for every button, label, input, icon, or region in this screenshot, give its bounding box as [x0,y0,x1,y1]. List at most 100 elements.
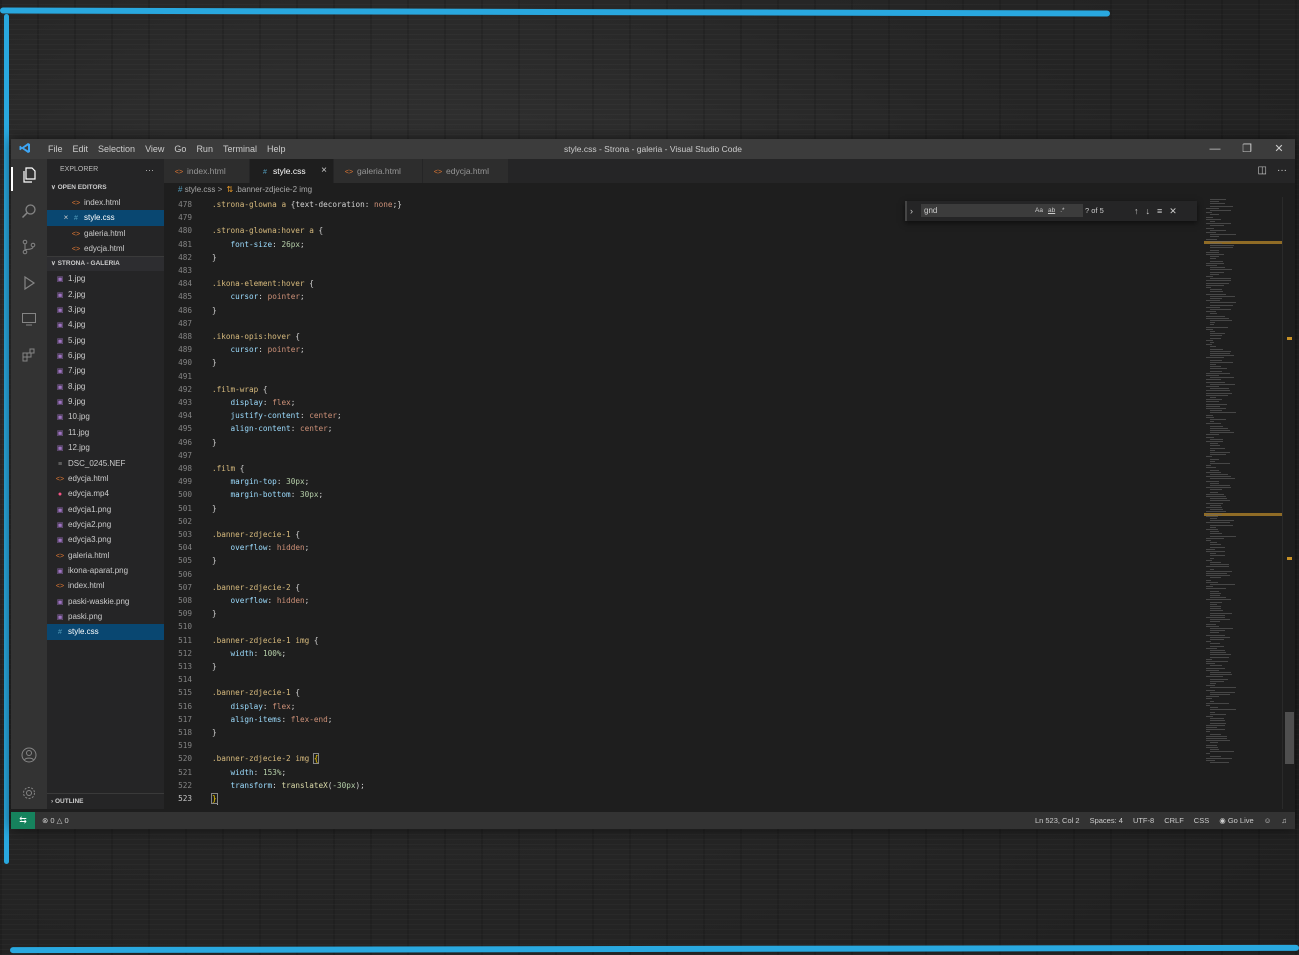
code-line[interactable]: 480 .strona-glowna:hover a { [164,224,1204,237]
code-line[interactable]: 499 margin-top: 30px; [164,475,1204,488]
tab-edycja-html[interactable]: <> edycja.html [423,159,509,183]
file-item[interactable]: <> galeria.html [47,548,164,563]
menu-terminal[interactable]: Terminal [218,144,262,154]
code-line[interactable]: 503 .banner-zdjecie-1 { [164,528,1204,541]
restore-icon[interactable]: ❐ [1231,139,1263,159]
code-line[interactable]: 513} [164,660,1204,673]
feedback-icon[interactable]: ☺ [1264,812,1272,829]
indentation[interactable]: Spaces: 4 [1090,812,1123,829]
code-line[interactable]: 523} [164,792,1204,805]
breadcrumb-file[interactable]: style.css [185,185,216,194]
file-item[interactable]: # style.css [47,624,164,640]
code-line[interactable]: 505} [164,554,1204,567]
more-actions-icon[interactable]: ··· [1277,159,1287,183]
tab-galeria-html[interactable]: <> galeria.html [334,159,423,183]
file-item[interactable]: ▣ 4.jpg [47,317,164,332]
cursor-position[interactable]: Ln 523, Col 2 [1035,812,1080,829]
file-item[interactable]: ▣ paski.png [47,609,164,624]
settings-gear-icon[interactable] [19,785,39,805]
menu-selection[interactable]: Selection [93,144,140,154]
find-in-selection-icon[interactable]: ≡ [1157,201,1162,221]
open-editor-item[interactable]: <> edycja.html [47,241,164,256]
code-line[interactable]: 497 [164,449,1204,462]
code-line[interactable]: 515 .banner-zdjecie-1 { [164,686,1204,699]
file-item[interactable]: ▣ 5.jpg [47,333,164,348]
file-item[interactable]: <> index.html [47,578,164,593]
match-case-toggle[interactable]: Aa [1035,204,1043,217]
open-editor-item[interactable]: <> index.html [47,195,164,210]
whole-word-toggle[interactable]: ab [1048,204,1055,217]
encoding[interactable]: UTF-8 [1133,812,1154,829]
file-item[interactable]: ▣ 1.jpg [47,271,164,286]
file-item[interactable]: ▣ edycja2.png [47,517,164,532]
file-item[interactable]: ≡ DSC_0245.NEF [47,456,164,471]
code-line[interactable]: 510 [164,620,1204,633]
file-item[interactable]: ▣ 10.jpg [47,409,164,424]
remote-icon[interactable]: ⇆ [11,812,35,829]
code-line[interactable]: 516 display: flex; [164,700,1204,713]
code-line[interactable]: 483 [164,264,1204,277]
menu-edit[interactable]: Edit [68,144,94,154]
menu-run[interactable]: Run [191,144,218,154]
code-line[interactable]: 514 [164,673,1204,686]
close-editor-icon[interactable]: × [61,210,71,225]
file-item[interactable]: ▣ 3.jpg [47,302,164,317]
code-line[interactable]: 504 overflow: hidden; [164,541,1204,554]
tab-style-css[interactable]: # style.css × [250,159,334,183]
line-ending[interactable]: CRLF [1164,812,1184,829]
file-item[interactable]: ▣ 9.jpg [47,394,164,409]
code-line[interactable]: 520 .banner-zdjecie-2 img { [164,752,1204,765]
code-line[interactable]: 507 .banner-zdjecie-2 { [164,581,1204,594]
code-line[interactable]: 493 display: flex; [164,396,1204,409]
file-item[interactable]: ▣ 12.jpg [47,440,164,455]
folder-section[interactable]: ∨ STRONA - GALERIA [47,256,164,272]
files-icon[interactable] [19,167,39,187]
go-live-button[interactable]: ◉ Go Live [1219,812,1254,829]
regex-toggle[interactable]: .* [1060,204,1064,217]
open-editor-item[interactable]: × # style.css [47,210,164,226]
code-line[interactable]: 522 transform: translateX(-30px); [164,779,1204,792]
code-line[interactable]: 490} [164,356,1204,369]
close-icon[interactable]: ✕ [1263,139,1295,159]
code-editor[interactable]: 478 .strona-glowna a {text-decoration: no… [164,197,1204,809]
source-control-icon[interactable] [19,239,39,259]
extensions-icon[interactable] [19,347,39,367]
toggle-replace-icon[interactable]: › [910,201,913,221]
code-line[interactable]: 498 .film { [164,462,1204,475]
code-line[interactable]: 495 align-content: center; [164,422,1204,435]
code-line[interactable]: 494 justify-content: center; [164,409,1204,422]
split-editor-icon[interactable]: ◫ [1258,159,1267,183]
file-item[interactable]: ▣ ikona-aparat.png [47,563,164,578]
problems-indicator[interactable]: ⊗ 0 △ 0 [42,812,69,829]
file-item[interactable]: ▣ paski-waskie.png [47,594,164,609]
code-line[interactable]: 484 .ikona-element:hover { [164,277,1204,290]
code-line[interactable]: 487 [164,317,1204,330]
code-line[interactable]: 489 cursor: pointer; [164,343,1204,356]
tab-index-html[interactable]: <> index.html [164,159,250,183]
vertical-scrollbar[interactable] [1282,197,1295,809]
file-item[interactable]: ▣ 11.jpg [47,425,164,440]
scroll-thumb[interactable] [1285,712,1294,764]
menu-help[interactable]: Help [262,144,291,154]
code-line[interactable]: 491 [164,370,1204,383]
file-item[interactable]: ▣ edycja3.png [47,532,164,547]
code-line[interactable]: 496} [164,436,1204,449]
remote-explorer-icon[interactable] [19,311,39,331]
minimize-icon[interactable]: — [1199,139,1231,159]
outline-section[interactable]: › OUTLINE [47,793,164,809]
code-line[interactable]: 486} [164,304,1204,317]
file-item[interactable]: ▣ 8.jpg [47,379,164,394]
menu-go[interactable]: Go [169,144,191,154]
code-line[interactable]: 508 overflow: hidden; [164,594,1204,607]
code-line[interactable]: 485 cursor: pointer; [164,290,1204,303]
menu-view[interactable]: View [140,144,169,154]
code-line[interactable]: 518} [164,726,1204,739]
next-match-icon[interactable]: ↓ [1146,201,1151,221]
close-find-icon[interactable]: ✕ [1169,201,1177,221]
close-tab-icon[interactable]: × [321,159,327,183]
code-line[interactable]: 492 .film-wrap { [164,383,1204,396]
code-line[interactable]: 511 .banner-zdjecie-1 img { [164,634,1204,647]
code-line[interactable]: 502 [164,515,1204,528]
more-actions-icon[interactable]: ··· [145,159,154,181]
file-item[interactable]: ● edycja.mp4 [47,486,164,501]
